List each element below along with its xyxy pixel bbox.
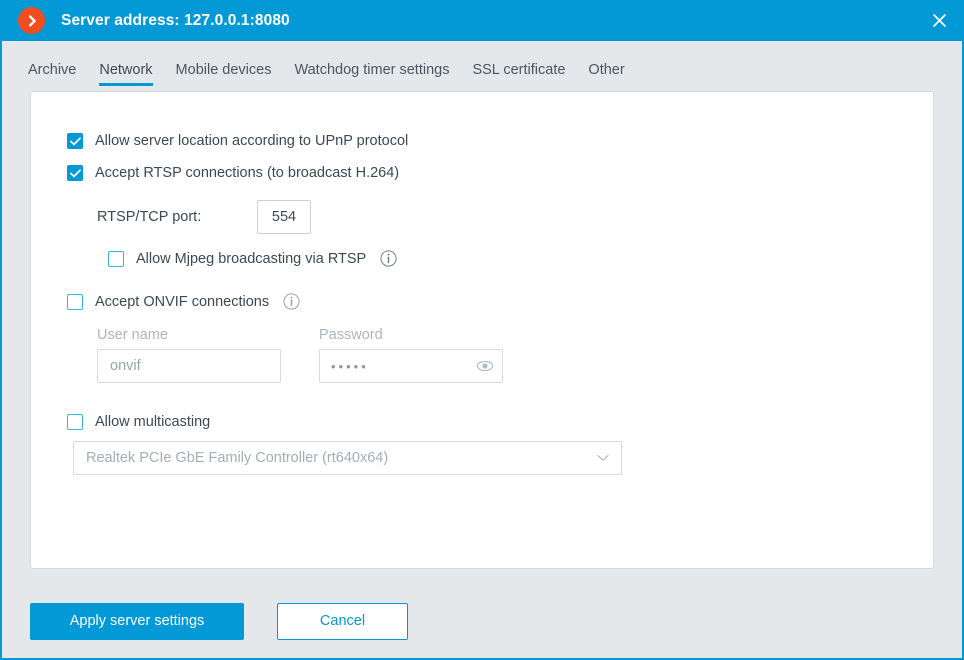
network-adapter-select[interactable]: Realtek PCIe GbE Family Controller (rt64… [73, 441, 622, 475]
mjpeg-info-icon[interactable] [380, 250, 397, 267]
rtsp-port-row: RTSP/TCP port: [97, 200, 897, 234]
mjpeg-row: Allow Mjpeg broadcasting via RTSP [108, 250, 897, 267]
onvif-label[interactable]: Accept ONVIF connections [95, 294, 269, 310]
chevron-down-icon [597, 454, 609, 462]
eye-icon[interactable] [476, 358, 494, 374]
upnp-row: Allow server location according to UPnP … [67, 133, 897, 149]
onvif-info-icon[interactable] [283, 293, 300, 310]
footer-bar: Apply server settings Cancel [2, 584, 962, 658]
window-title: Server address: 127.0.0.1:8080 [61, 11, 290, 29]
rtsp-port-input[interactable] [257, 200, 311, 234]
close-button[interactable] [916, 0, 962, 41]
cancel-button[interactable]: Cancel [277, 602, 408, 640]
upnp-label[interactable]: Allow server location according to UPnP … [95, 133, 408, 149]
check-icon [69, 168, 81, 177]
tab-ssl-certificate[interactable]: SSL certificate [472, 62, 565, 91]
password-field-wrapper: ••••• [319, 349, 503, 383]
onvif-checkbox[interactable] [67, 293, 83, 310]
tab-other[interactable]: Other [588, 62, 624, 91]
username-label: User name [97, 327, 168, 343]
network-adapter-value: Realtek PCIe GbE Family Controller (rt64… [86, 450, 389, 466]
rtsp-label[interactable]: Accept RTSP connections (to broadcast H.… [95, 165, 399, 181]
content-area: Allow server location according to UPnP … [2, 91, 962, 584]
rtsp-checkbox[interactable] [67, 165, 83, 181]
multicast-label[interactable]: Allow multicasting [95, 414, 210, 430]
password-label: Password [319, 327, 383, 343]
rtsp-port-label: RTSP/TCP port: [97, 209, 202, 225]
upnp-checkbox[interactable] [67, 133, 83, 149]
multicast-row: Allow multicasting [67, 414, 897, 430]
tab-mobile-devices[interactable]: Mobile devices [176, 62, 272, 91]
mjpeg-checkbox[interactable] [108, 250, 124, 267]
tab-network[interactable]: Network [99, 62, 153, 91]
rtsp-row: Accept RTSP connections (to broadcast H.… [67, 165, 897, 181]
network-settings-panel: Allow server location according to UPnP … [30, 91, 934, 569]
settings-window: Server address: 127.0.0.1:8080 Archive N… [0, 0, 964, 660]
close-icon [932, 14, 946, 27]
onvif-row: Accept ONVIF connections [67, 293, 897, 310]
tab-bar: Archive Network Mobile devices Watchdog … [2, 41, 962, 91]
chevron-right-circle-icon [18, 7, 45, 34]
check-icon [69, 136, 81, 145]
tab-archive[interactable]: Archive [28, 62, 76, 91]
title-bar: Server address: 127.0.0.1:8080 [2, 0, 962, 41]
tab-watchdog-timer-settings[interactable]: Watchdog timer settings [294, 62, 449, 91]
username-input[interactable] [97, 349, 281, 383]
credential-labels-row: User name Password [97, 327, 897, 343]
multicast-checkbox[interactable] [67, 414, 83, 430]
credential-inputs-row: ••••• [97, 349, 897, 383]
mjpeg-label[interactable]: Allow Mjpeg broadcasting via RTSP [136, 251, 366, 267]
apply-server-settings-button[interactable]: Apply server settings [30, 602, 244, 640]
